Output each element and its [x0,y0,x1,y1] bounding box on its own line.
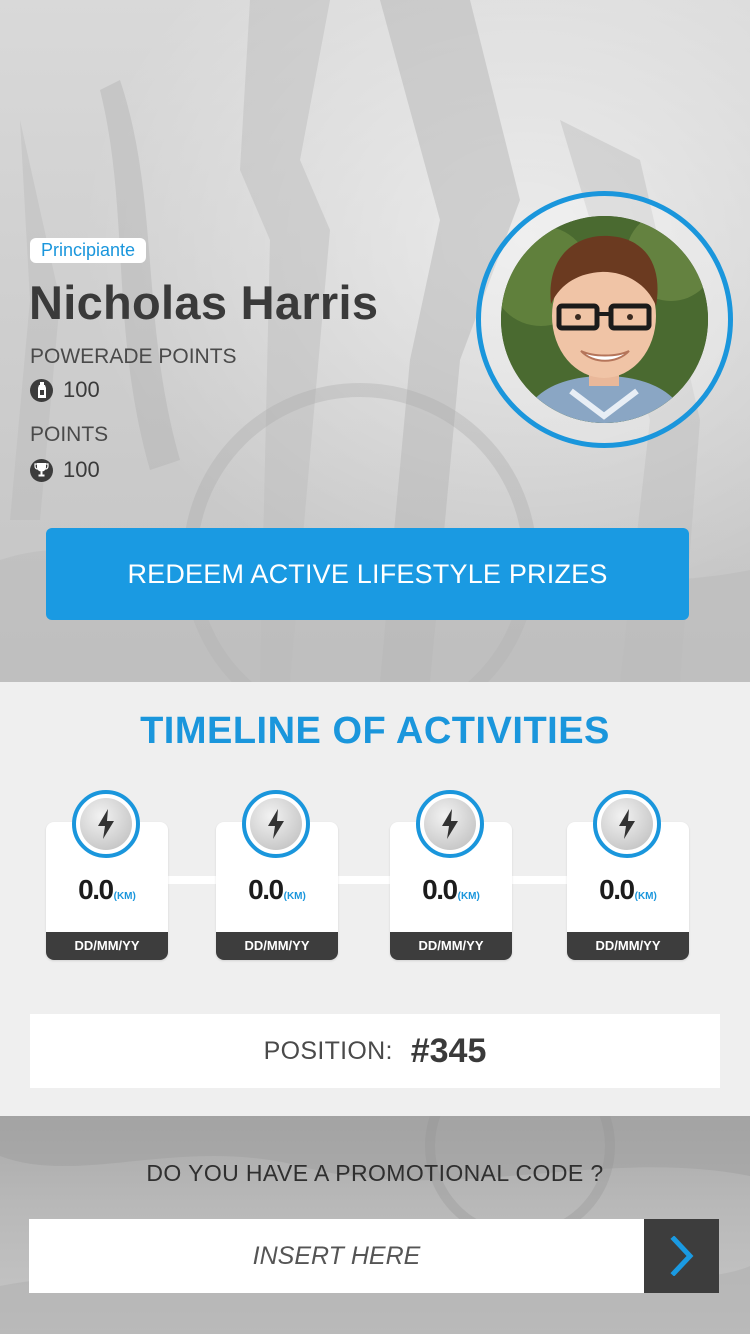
powerade-points-row: 100 [30,377,100,403]
activity-distance-unit: (KM) [634,891,657,902]
activity-distance: 0.0(KM) [390,874,512,906]
trophy-icon [30,458,53,482]
activity-distance-unit: (KM) [457,891,480,902]
timeline-section: TIMELINE OF ACTIVITIES 0.0(KM) DD/MM/YY … [0,682,750,1116]
activity-distance-value: 0.0 [599,874,635,905]
lightning-icon [593,790,661,858]
timeline-connector [166,876,218,884]
points-row: 100 [30,457,100,483]
promo-code-input[interactable] [29,1219,644,1293]
activity-distance-value: 0.0 [422,874,458,905]
activity-card[interactable]: 0.0(KM) DD/MM/YY [567,790,689,960]
avatar-photo [501,216,708,423]
activity-distance: 0.0(KM) [216,874,338,906]
lightning-icon [242,790,310,858]
promo-question: DO YOU HAVE A PROMOTIONAL CODE ? [146,1160,604,1186]
ranking-position: POSITION: #345 [30,1014,720,1088]
activity-card[interactable]: 0.0(KM) DD/MM/YY [216,790,338,960]
activity-distance: 0.0(KM) [46,874,168,906]
activity-distance: 0.0(KM) [567,874,689,906]
powerade-points-value: 100 [63,377,100,402]
points-label: POINTS [30,423,109,446]
redeem-prizes-button[interactable]: REDEEM ACTIVE LIFESTYLE PRIZES [46,528,689,620]
timeline-connector [510,876,569,884]
activity-date: DD/MM/YY [46,932,168,960]
promo-code-section: DO YOU HAVE A PROMOTIONAL CODE ? [0,1116,750,1334]
promo-submit-button[interactable] [644,1219,719,1293]
activity-card[interactable]: 0.0(KM) DD/MM/YY [390,790,512,960]
activity-date: DD/MM/YY [216,932,338,960]
activity-distance-value: 0.0 [78,874,114,905]
timeline-connector [336,876,392,884]
avatar-frame [476,191,733,448]
activity-distance-value: 0.0 [248,874,284,905]
position-label: POSITION: [263,1036,393,1065]
activity-distance-unit: (KM) [113,891,136,902]
avatar[interactable] [501,216,708,423]
user-name: Nicholas Harris [29,276,379,329]
bottle-icon [30,378,53,402]
timeline-title: TIMELINE OF ACTIVITIES [140,710,610,752]
activity-distance-unit: (KM) [283,891,306,902]
activity-date: DD/MM/YY [567,932,689,960]
lightning-icon [416,790,484,858]
profile-header: Principiante Nicholas Harris POWERADE PO… [0,0,750,682]
position-value: #345 [410,1031,487,1070]
powerade-points-label: POWERADE POINTS [30,345,237,368]
activity-date: DD/MM/YY [390,932,512,960]
level-badge: Principiante [30,238,147,263]
activity-card[interactable]: 0.0(KM) DD/MM/YY [46,790,168,960]
points-value: 100 [63,457,100,482]
chevron-right-icon [669,1236,693,1276]
lightning-icon [72,790,140,858]
